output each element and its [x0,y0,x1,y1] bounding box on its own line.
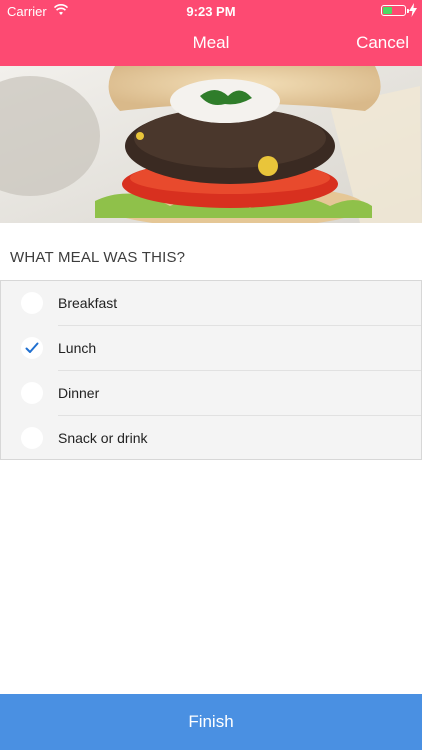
option-label: Snack or drink [58,430,148,446]
burger-image [0,66,422,223]
option-lunch[interactable]: Lunch [1,326,421,371]
status-bar: Carrier 9:23 PM [0,0,422,22]
status-time: 9:23 PM [186,4,236,19]
charging-bolt-icon [409,3,417,17]
checkmark-icon [21,337,43,359]
option-label: Breakfast [58,295,118,311]
radio-unchecked-icon [21,292,43,314]
option-dinner[interactable]: Dinner [1,371,421,416]
option-snack-or-drink[interactable]: Snack or drink [1,416,421,461]
question-heading: WHAT MEAL WAS THIS? [10,249,186,266]
cancel-button[interactable]: Cancel [356,33,409,53]
meal-options-list: Breakfast Lunch Dinner Snack or drink [0,280,422,460]
option-breakfast[interactable]: Breakfast [1,281,421,326]
battery-icon [381,5,409,16]
finish-button[interactable]: Finish [0,694,422,750]
radio-unchecked-icon [21,382,43,404]
option-label: Dinner [58,385,100,401]
app: Carrier 9:23 PM Meal Cancel WHAT MEAL WA… [0,0,422,750]
radio-unchecked-icon [21,427,43,449]
header: Carrier 9:23 PM Meal Cancel [0,0,422,66]
meal-photo [0,66,422,223]
option-label: Lunch [58,340,97,356]
